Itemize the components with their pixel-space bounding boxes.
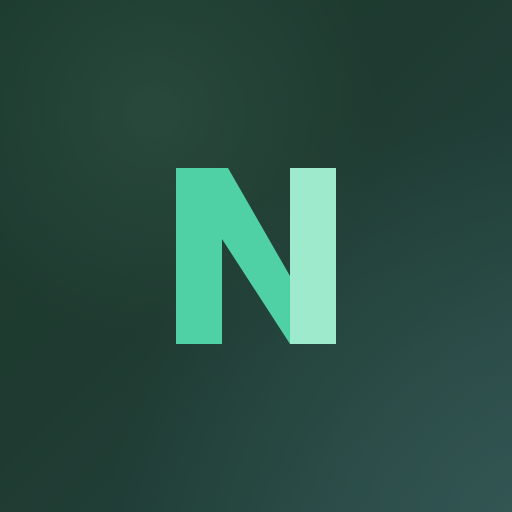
app-icon <box>0 0 512 512</box>
letter-n-logo-icon <box>176 168 336 344</box>
n-right-stem <box>290 168 336 344</box>
